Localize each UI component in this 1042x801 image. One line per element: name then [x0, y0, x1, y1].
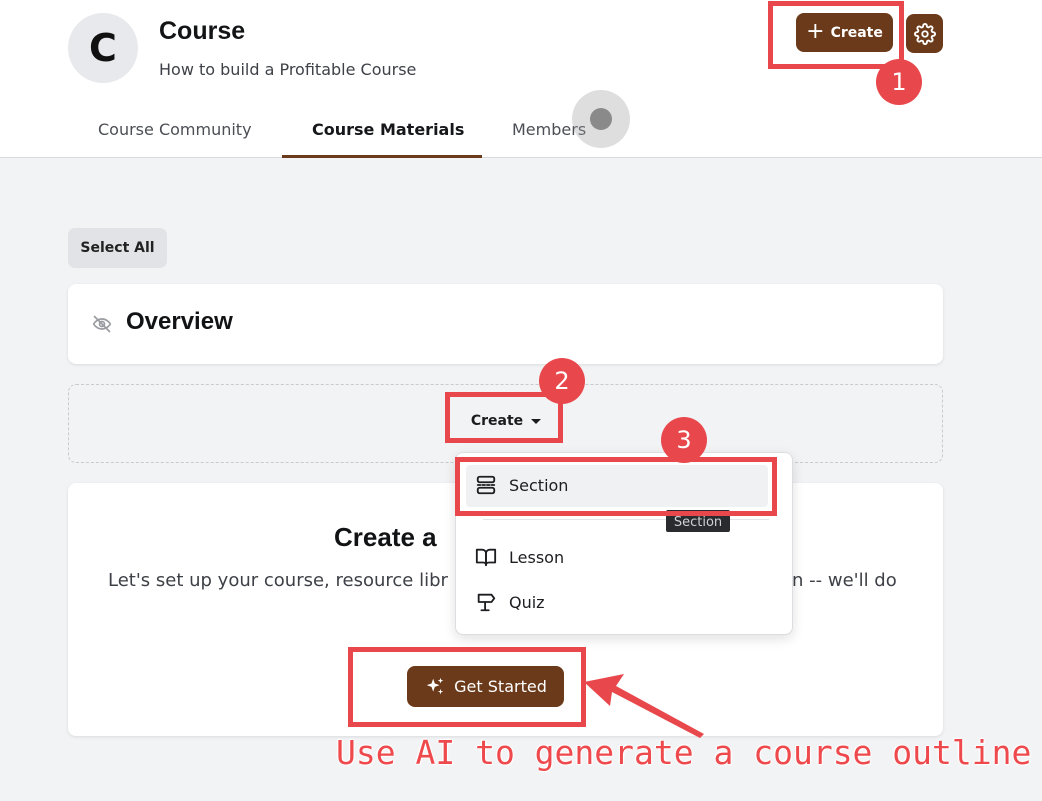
menu-item-lesson[interactable]: Lesson — [475, 546, 564, 568]
create-card-description: Let's set up your course, resource libr — [108, 570, 448, 591]
page-subtitle: How to build a Profitable Course — [159, 60, 417, 79]
eye-off-icon[interactable] — [92, 314, 112, 334]
annotation-badge-3: 3 — [661, 417, 707, 463]
annotation-box-get-started — [348, 647, 586, 727]
annotation-box-1 — [768, 1, 904, 69]
active-tab-indicator — [282, 155, 482, 158]
tab-course-community[interactable]: Course Community — [98, 120, 252, 139]
cursor-dot — [590, 108, 612, 130]
overview-title: Overview — [126, 308, 233, 335]
select-all-button[interactable]: Select All — [68, 228, 167, 268]
page-title: Course — [159, 17, 246, 45]
course-avatar: C — [68, 13, 138, 83]
annotation-box-2 — [445, 392, 563, 443]
annotation-badge-1: 1 — [876, 59, 922, 105]
book-icon — [475, 548, 497, 567]
menu-item-lesson-label: Lesson — [509, 547, 565, 567]
tab-course-materials[interactable]: Course Materials — [312, 120, 464, 139]
menu-item-quiz-label: Quiz — [509, 592, 545, 612]
create-card-heading: Create a — [334, 522, 437, 552]
annotation-arrow-icon — [584, 674, 704, 738]
create-card-description-end: n -- we'll do — [792, 570, 897, 591]
annotation-box-3 — [455, 457, 777, 516]
settings-button[interactable] — [906, 14, 943, 53]
annotation-badge-2: 2 — [539, 358, 585, 404]
menu-item-quiz[interactable]: Quiz — [475, 591, 545, 613]
annotation-caption: Use AI to generate a course outline — [336, 733, 1032, 772]
gear-icon — [913, 22, 936, 45]
signpost-icon — [477, 593, 496, 612]
